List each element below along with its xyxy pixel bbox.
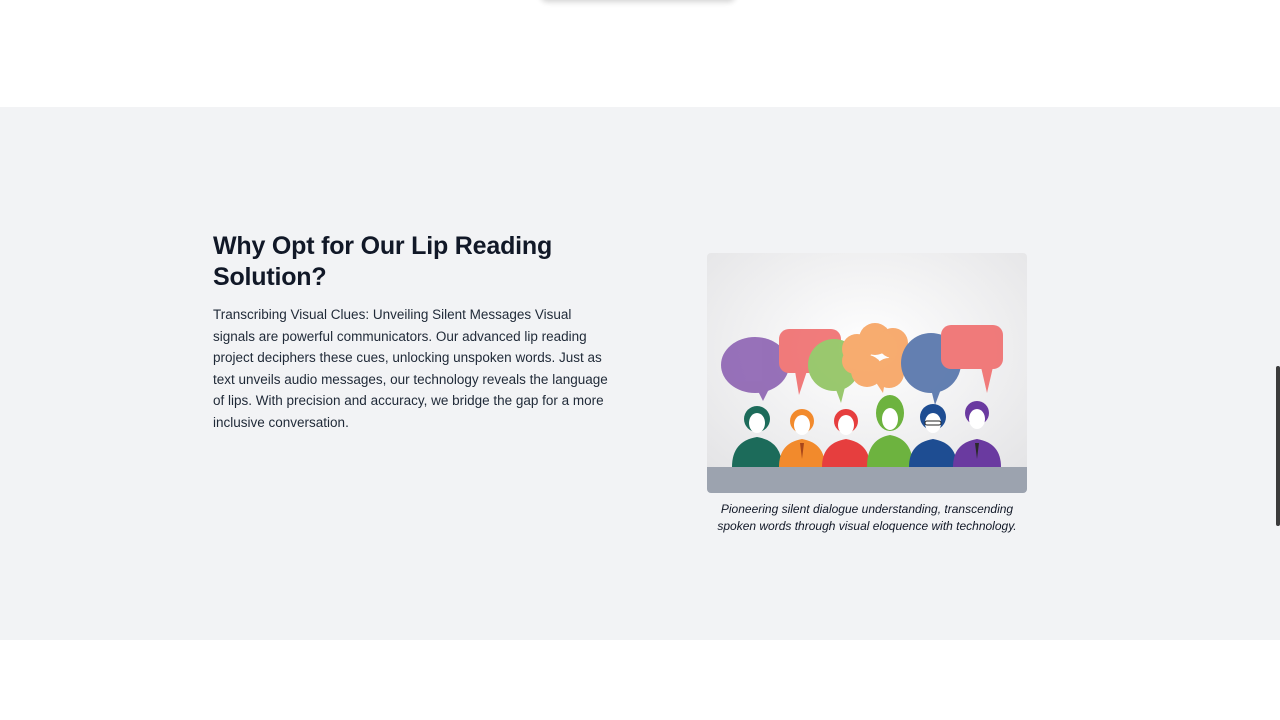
section-description: Transcribing Visual Clues: Unveiling Sil…: [213, 307, 608, 430]
why-opt-section: Why Opt for Our Lip Reading Solution? Tr…: [0, 107, 1280, 640]
illustration-figure: Pioneering silent dialogue understanding…: [707, 253, 1027, 535]
section-heading: Why Opt for Our Lip Reading Solution?: [213, 232, 553, 291]
why-opt-text-column: Why Opt for Our Lip Reading Solution? Tr…: [213, 231, 613, 434]
page-scrollbar[interactable]: [1276, 366, 1280, 526]
figure-caption: Pioneering silent dialogue understanding…: [717, 502, 1017, 533]
people-speech-bubbles-icon: [707, 253, 1027, 493]
